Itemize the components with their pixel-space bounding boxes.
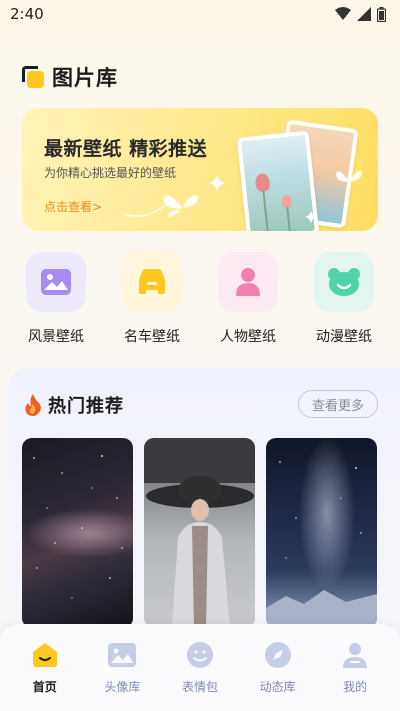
category-row: 风景壁纸 名车壁纸 人物壁纸 动漫壁纸 xyxy=(0,252,400,346)
page-title: 图片库 xyxy=(52,66,118,90)
hot-header: 热门推荐 xyxy=(24,392,124,418)
person-icon xyxy=(236,268,260,296)
sparkle-icon xyxy=(304,210,318,224)
wallpaper-thumbnail[interactable] xyxy=(22,438,133,628)
tab-home[interactable]: 首页 xyxy=(7,624,83,711)
battery-icon xyxy=(377,6,386,22)
hot-title: 热门推荐 xyxy=(48,396,124,417)
tab-stickers[interactable]: 表情包 xyxy=(162,624,238,711)
tab-label: 首页 xyxy=(32,680,57,694)
category-tile[interactable] xyxy=(218,252,278,312)
fashion-figure xyxy=(144,438,255,628)
category-tile[interactable] xyxy=(122,252,182,312)
banner-illustration xyxy=(163,118,372,231)
category-label: 名车壁纸 xyxy=(124,329,180,345)
category-tile[interactable] xyxy=(314,252,374,312)
landscape-icon xyxy=(41,269,71,295)
signal-icon xyxy=(357,7,371,21)
wallpaper-thumbnail[interactable] xyxy=(266,438,377,628)
stars-texture xyxy=(266,461,377,628)
tab-profile[interactable]: 我的 xyxy=(317,624,393,711)
wallpaper-thumbnail[interactable] xyxy=(144,438,255,628)
bear-icon xyxy=(328,268,360,296)
category-label: 人物壁纸 xyxy=(220,329,276,345)
category-label: 风景壁纸 xyxy=(28,329,84,345)
category-anime[interactable]: 动漫壁纸 xyxy=(298,252,390,346)
tab-avatar-library[interactable]: 头像库 xyxy=(84,624,160,711)
category-person[interactable]: 人物壁纸 xyxy=(202,252,294,346)
tab-label: 表情包 xyxy=(181,680,218,694)
user-icon xyxy=(340,640,370,670)
category-tile[interactable] xyxy=(26,252,86,312)
banner-subtitle: 为你精心挑选最好的壁纸 xyxy=(44,166,177,180)
compass-icon xyxy=(263,640,293,670)
image-icon xyxy=(107,640,137,670)
category-car[interactable]: 名车壁纸 xyxy=(106,252,198,346)
tab-label: 我的 xyxy=(343,680,368,694)
bottom-tab-bar: 首页 头像库 表情包 动态库 我的 xyxy=(0,624,400,711)
sparkle-icon xyxy=(208,174,226,192)
smiley-icon xyxy=(185,640,215,670)
car-icon xyxy=(139,269,165,294)
fire-icon xyxy=(25,394,41,416)
category-label: 动漫壁纸 xyxy=(316,329,372,345)
status-time: 2:40 xyxy=(10,5,44,23)
app-logo-icon xyxy=(22,66,44,88)
tab-animated-library[interactable]: 动态库 xyxy=(240,624,316,711)
status-bar: 2:40 xyxy=(0,0,400,28)
stars-texture xyxy=(33,455,123,599)
wifi-icon xyxy=(335,7,351,20)
thumbnail-list xyxy=(22,438,377,628)
status-icons xyxy=(335,6,386,22)
view-more-button[interactable]: 查看更多 xyxy=(298,390,378,418)
banner-title: 最新壁纸 精彩推送 xyxy=(44,138,208,160)
promo-banner[interactable]: 最新壁纸 精彩推送 为你精心挑选最好的壁纸 点击查看> xyxy=(22,108,378,231)
app-header: 图片库 xyxy=(22,62,118,92)
category-landscape[interactable]: 风景壁纸 xyxy=(10,252,102,346)
tab-label: 头像库 xyxy=(104,680,141,694)
home-icon xyxy=(30,640,60,670)
banner-link[interactable]: 点击查看> xyxy=(44,198,102,215)
tab-label: 动态库 xyxy=(259,680,296,694)
butterfly-icon xyxy=(163,195,199,218)
butterfly-icon xyxy=(336,171,362,182)
